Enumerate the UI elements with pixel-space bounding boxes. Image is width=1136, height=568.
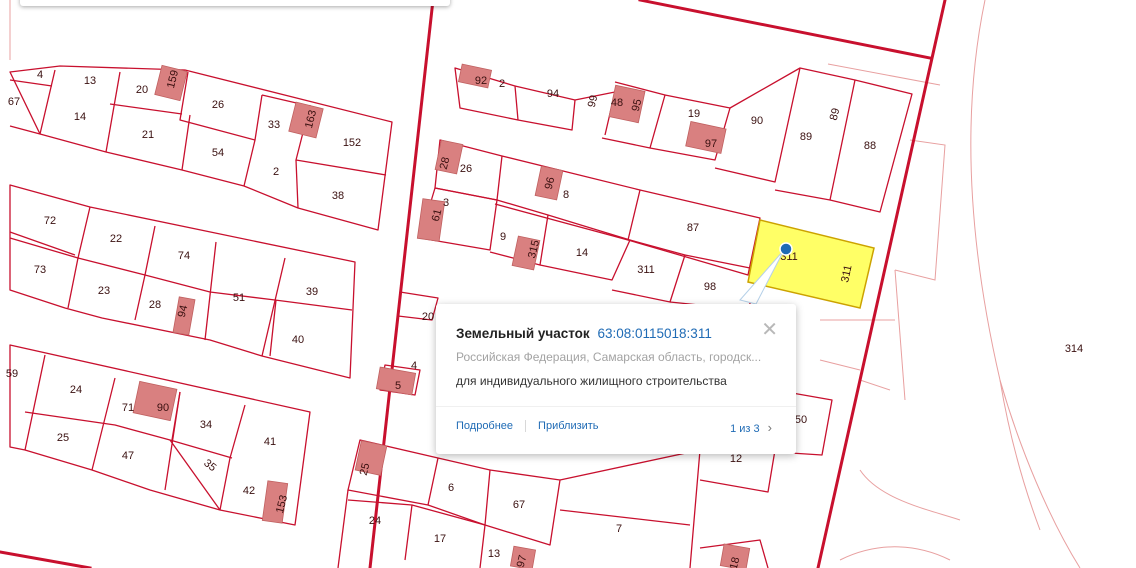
parcel-label: 90 — [157, 402, 169, 414]
parcel-label: 89 — [800, 131, 812, 143]
parcel-label: 97 — [705, 138, 717, 150]
parcel-address: Российская Федерация, Самарская область,… — [456, 350, 762, 364]
link-separator — [525, 420, 527, 433]
popup-actions: Подробнее Приблизить — [456, 420, 599, 433]
parcel-label: 47 — [122, 450, 134, 462]
parcel-label: 6 — [448, 482, 454, 494]
parcel-label: 87 — [687, 222, 699, 234]
parcel-label: 71 — [122, 402, 134, 414]
parcel-label: 4 — [37, 69, 43, 81]
zoom-link[interactable]: Приблизить — [538, 420, 599, 432]
parcel-label: 67 — [8, 96, 20, 108]
parcel-label: 74 — [178, 250, 190, 262]
parcel-label: 5 — [395, 380, 401, 392]
parcel-label: 26 — [212, 99, 224, 111]
parcel-label: 48 — [611, 97, 623, 109]
parcel-label: 59 — [6, 368, 18, 380]
map-canvas[interactable]: 311 4 132015967142633 16321152542387222747… — [0, 0, 1136, 568]
parcel-label: 7 — [616, 523, 622, 535]
parcel-label: 3 — [443, 197, 449, 209]
parcel-label: 152 — [343, 137, 361, 149]
parcel-label: 25 — [57, 432, 69, 444]
parcel-label: 2 — [273, 166, 279, 178]
parcel-label: 4 — [411, 360, 417, 372]
parcel-label: 40 — [292, 334, 304, 346]
parcel-label: 98 — [704, 281, 716, 293]
parcel-label: 72 — [44, 215, 56, 227]
parcel-label: 39 — [306, 286, 318, 298]
parcel-label: 67 — [513, 499, 525, 511]
popup-title-text: Земельный участок — [456, 326, 590, 341]
parcel-label: 26 — [460, 163, 472, 175]
parcel-label: 12 — [730, 453, 742, 465]
parcel-label: 94 — [547, 88, 559, 100]
parcel-label: 41 — [264, 436, 276, 448]
parcel-purpose: для индивидуального жилищного строительс… — [456, 374, 727, 388]
parcel-label: 28 — [149, 299, 161, 311]
close-icon[interactable]: ✕ — [761, 320, 778, 340]
parcel-label: 50 — [795, 414, 807, 426]
parcel-label: 20 — [136, 84, 148, 96]
top-panel — [20, 0, 450, 6]
parcel-label: 73 — [34, 264, 46, 276]
parcel-label: 88 — [864, 140, 876, 152]
chevron-right-icon[interactable]: › — [768, 420, 772, 435]
parcel-label: 22 — [110, 233, 122, 245]
popup-title: Земельный участок 63:08:0115018:311 — [456, 326, 712, 341]
parcel-label: 24 — [369, 515, 381, 527]
details-link[interactable]: Подробнее — [456, 420, 513, 432]
cadastral-map[interactable]: 311 4 13 20 159 67 14 26 33 163 21 152 54 2 38 72 22 74 7… — [0, 0, 1136, 568]
parcel-label: 21 — [142, 129, 154, 141]
parcel-label: 24 — [70, 384, 82, 396]
parcel-label: 51 — [233, 292, 245, 304]
parcel-label: 314 — [1065, 343, 1083, 355]
popup-divider — [436, 406, 796, 407]
popup-pager[interactable]: 1 из 3 › — [730, 420, 772, 435]
cadastral-number-link[interactable]: 63:08:0115018:311 — [597, 326, 711, 341]
parcel-label: 38 — [332, 190, 344, 202]
parcel-label: 19 — [688, 108, 700, 120]
parcel-label: 92 — [475, 75, 487, 87]
parcel-label: 42 — [243, 485, 255, 497]
parcel-label: 14 — [74, 111, 86, 123]
parcel-label: 33 — [268, 119, 280, 131]
parcel-label: 90 — [751, 115, 763, 127]
parcel-label: 17 — [434, 533, 446, 545]
parcel-label: 14 — [576, 247, 588, 259]
parcel-label: 34 — [200, 419, 212, 431]
parcel-label: 13 — [488, 548, 500, 560]
pager-text: 1 из 3 — [730, 423, 760, 435]
parcel-label: 23 — [98, 285, 110, 297]
parcel-label: 9 — [500, 231, 506, 243]
parcel-label: 13 — [84, 75, 96, 87]
parcel-label: 54 — [212, 147, 224, 159]
parcel-label: 8 — [563, 189, 569, 201]
parcel-label: 311 — [637, 264, 655, 276]
parcel-label: 2 — [499, 78, 505, 90]
parcel-label: 20 — [422, 311, 434, 323]
parcel-popup: Земельный участок 63:08:0115018:311 ✕ Ро… — [436, 304, 796, 454]
location-marker[interactable] — [779, 242, 793, 256]
